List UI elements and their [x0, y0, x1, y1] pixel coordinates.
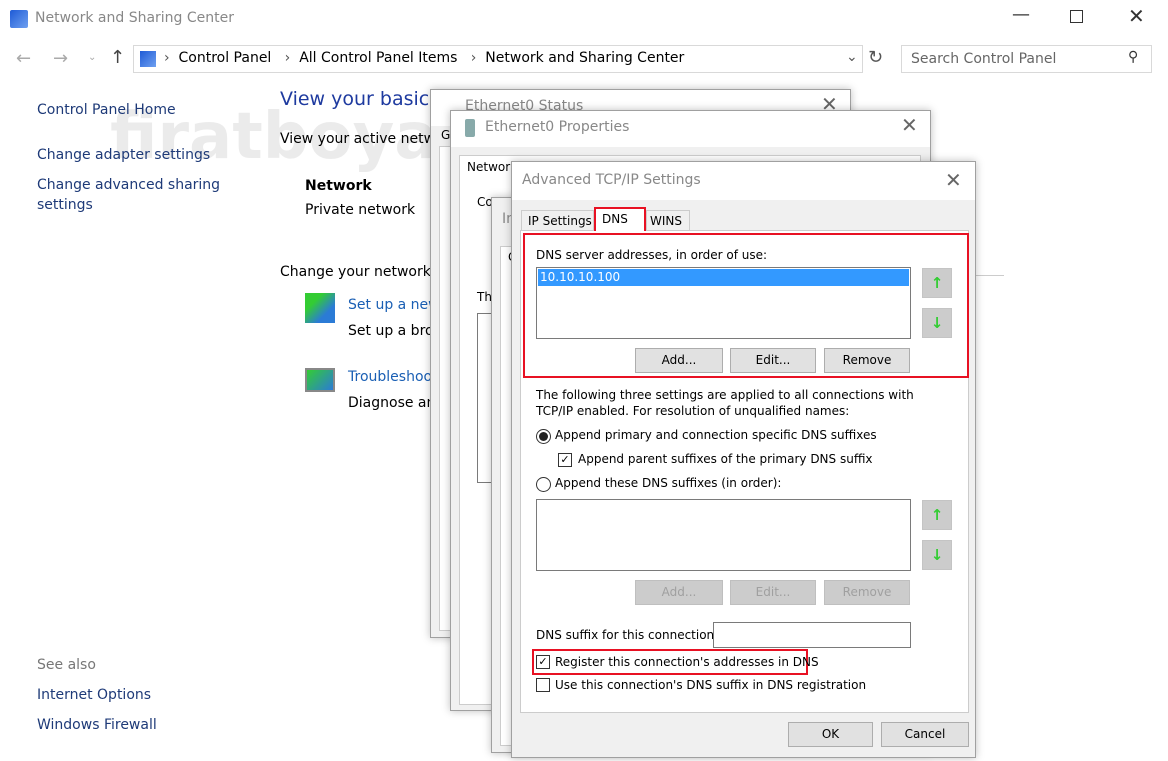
- tab-label: DNS: [602, 212, 628, 226]
- dns-suffixes-list[interactable]: [536, 499, 911, 571]
- remove-button[interactable]: Remove: [824, 348, 910, 373]
- setup-connection-icon: [305, 293, 335, 323]
- register-checkbox[interactable]: ✓: [536, 655, 550, 669]
- search-input[interactable]: Search Control Panel ⚲: [901, 45, 1152, 73]
- dns-servers-list[interactable]: 10.10.10.100: [536, 267, 911, 339]
- internet-options-link[interactable]: Internet Options: [37, 687, 151, 703]
- see-also-heading: See also: [37, 657, 96, 673]
- network-name: Network: [305, 178, 372, 194]
- page-title: View your basic n: [280, 88, 448, 110]
- up-button[interactable]: ↑: [110, 47, 125, 68]
- search-placeholder: Search Control Panel: [911, 51, 1057, 67]
- dialog-title: Advanced TCP/IP Settings: [522, 172, 701, 188]
- app-icon: [10, 10, 28, 28]
- dns-server-item[interactable]: 10.10.10.100: [538, 269, 909, 286]
- append-these-radio[interactable]: [536, 477, 551, 492]
- dns-servers-label: DNS server addresses, in order of use:: [536, 248, 768, 262]
- setup-connection-desc: Set up a broa: [348, 323, 443, 339]
- dialog-title: Ethernet0 Properties: [485, 119, 630, 135]
- network-type: Private network: [305, 202, 416, 218]
- info-text-1: The following three settings are applied…: [536, 388, 914, 402]
- append-these-label: Append these DNS suffixes (in order):: [555, 476, 782, 490]
- address-dropdown-icon[interactable]: ⌄: [846, 49, 858, 65]
- info-text-2: TCP/IP enabled. For resolution of unqual…: [536, 404, 850, 418]
- maximize-button[interactable]: [1070, 10, 1083, 23]
- crumb-control-panel[interactable]: Control Panel: [179, 50, 272, 66]
- append-primary-label: Append primary and connection specific D…: [555, 428, 877, 442]
- change-advanced-sharing-link[interactable]: Change advanced sharing: [37, 177, 220, 193]
- advanced-tcpip-dialog: Advanced TCP/IP Settings ✕ IP Settings D…: [511, 161, 976, 758]
- forward-button[interactable]: →: [53, 48, 68, 69]
- troubleshoot-icon: [305, 368, 335, 392]
- tab-general[interactable]: G: [441, 128, 450, 142]
- change-adapter-settings-link[interactable]: Change adapter settings: [37, 147, 210, 163]
- close-icon[interactable]: ✕: [945, 168, 962, 192]
- location-icon: [140, 51, 156, 67]
- breadcrumb: › Control Panel › All Control Panel Item…: [164, 50, 685, 66]
- troubleshoot-link[interactable]: Troubleshoo: [348, 369, 432, 385]
- move-down-button[interactable]: ↓: [922, 308, 952, 338]
- move-up-button[interactable]: ↑: [922, 268, 952, 298]
- append-parent-checkbox[interactable]: ✓: [558, 453, 572, 467]
- append-parent-label: Append parent suffixes of the primary DN…: [578, 452, 873, 466]
- window-title: Network and Sharing Center: [35, 10, 235, 26]
- add-button[interactable]: Add...: [635, 348, 723, 373]
- edit-button[interactable]: Edit...: [730, 348, 816, 373]
- suffix-remove-button[interactable]: Remove: [824, 580, 910, 605]
- close-button[interactable]: ✕: [1128, 4, 1145, 28]
- use-suffix-label: Use this connection's DNS suffix in DNS …: [555, 678, 867, 692]
- suffix-edit-button[interactable]: Edit...: [730, 580, 816, 605]
- ok-button[interactable]: OK: [788, 722, 873, 747]
- use-suffix-checkbox[interactable]: [536, 678, 550, 692]
- change-settings-heading: Change your networkin: [280, 264, 444, 280]
- crumb-network[interactable]: Network and Sharing Center: [485, 50, 684, 66]
- adapter-icon: [465, 119, 475, 137]
- change-advanced-sharing-link-cont[interactable]: settings: [37, 197, 93, 213]
- active-networks-heading: View your active netwo: [280, 131, 444, 147]
- tab-dns[interactable]: DNS: [594, 207, 646, 231]
- dns-suffix-label: DNS suffix for this connection:: [536, 628, 719, 642]
- suffix-move-down-button[interactable]: ↓: [922, 540, 952, 570]
- setup-connection-link[interactable]: Set up a new: [348, 297, 440, 313]
- minimize-button[interactable]: —: [1012, 4, 1030, 25]
- suffix-move-up-button[interactable]: ↑: [922, 500, 952, 530]
- crumb-all-items[interactable]: All Control Panel Items: [299, 50, 457, 66]
- tab-networking[interactable]: Network: [467, 160, 517, 174]
- search-icon: ⚲: [1128, 49, 1139, 65]
- address-bar[interactable]: › Control Panel › All Control Panel Item…: [133, 45, 863, 73]
- append-primary-radio[interactable]: [536, 429, 551, 444]
- tab-wins[interactable]: WINS: [646, 210, 690, 231]
- dns-suffix-input[interactable]: [713, 622, 911, 648]
- tab-label: WINS: [650, 214, 682, 228]
- recent-dropdown-icon[interactable]: ⌄: [88, 52, 96, 63]
- tab-label: IP Settings: [528, 214, 592, 228]
- suffix-add-button[interactable]: Add...: [635, 580, 723, 605]
- troubleshoot-desc: Diagnose an: [348, 395, 436, 411]
- close-icon[interactable]: ✕: [901, 113, 918, 137]
- register-label: Register this connection's addresses in …: [555, 655, 819, 669]
- refresh-button[interactable]: ↻: [868, 47, 883, 68]
- tab-ip-settings[interactable]: IP Settings: [521, 210, 594, 231]
- back-button[interactable]: ←: [16, 48, 31, 69]
- windows-firewall-link[interactable]: Windows Firewall: [37, 717, 157, 733]
- cancel-button[interactable]: Cancel: [881, 722, 969, 747]
- components-label: Th: [477, 290, 492, 304]
- control-panel-home-link[interactable]: Control Panel Home: [37, 102, 176, 118]
